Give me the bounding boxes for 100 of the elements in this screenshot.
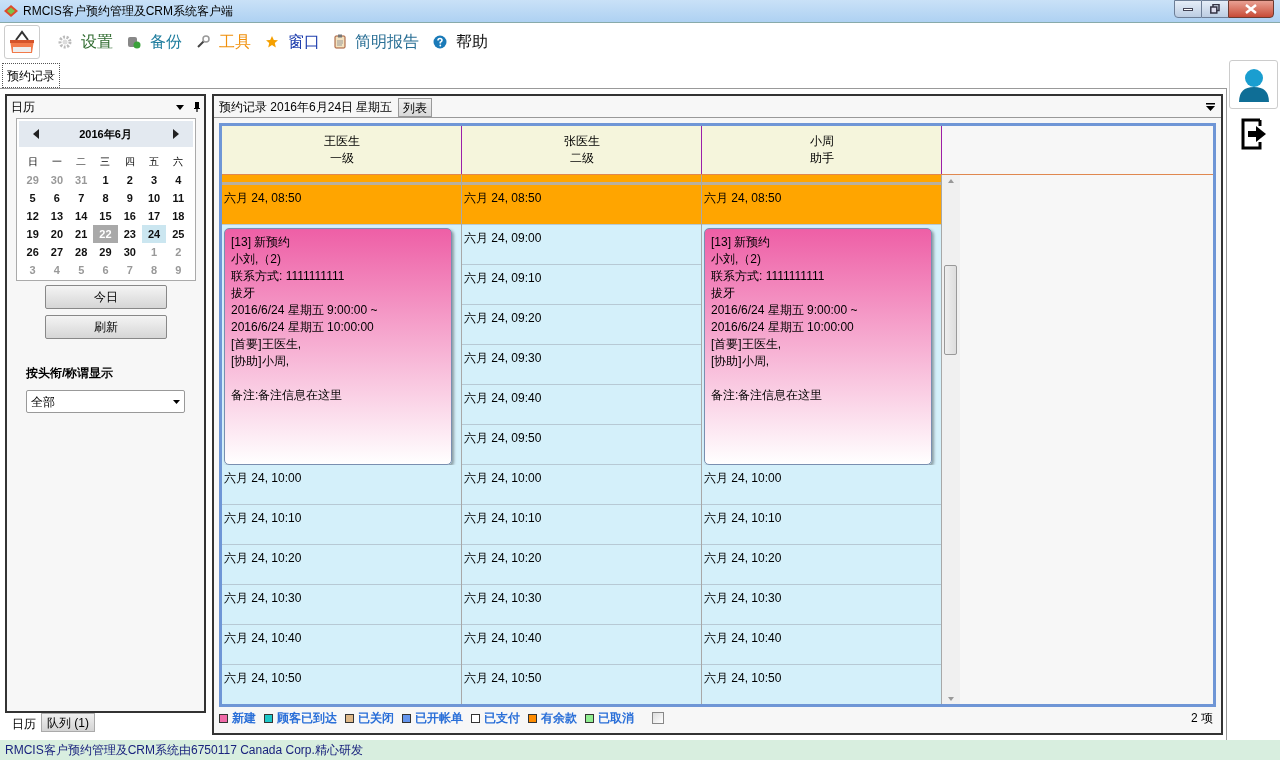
vertical-scrollbar[interactable] — [942, 175, 960, 704]
calendar-day[interactable]: 19 — [20, 225, 45, 243]
calendar-day[interactable]: 18 — [166, 207, 191, 225]
appointment-line: [首要]王医生, — [711, 336, 782, 353]
clipboard-icon — [334, 34, 346, 49]
window-title: RMCIS客户预约管理及CRM系统客户端 — [23, 3, 233, 20]
appointment-line: [13] 新预约 — [711, 234, 772, 251]
calendar-day[interactable]: 3 — [141, 171, 167, 189]
menu-item[interactable]: 备份 — [150, 31, 182, 52]
appointment-line: 拔牙 — [711, 285, 736, 302]
resource-name: 王医生 — [323, 133, 360, 150]
calendar-day[interactable]: 12 — [20, 207, 45, 225]
close-button[interactable] — [1228, 0, 1274, 18]
weekday-label: 三 — [99, 155, 112, 169]
dropdown-icon[interactable] — [176, 104, 184, 110]
resource-name: 张医生 — [563, 133, 600, 150]
restore-button[interactable] — [1202, 0, 1228, 18]
legend-label: 新建 — [232, 710, 256, 727]
appointment-notes: 备注:备注信息在这里 — [711, 387, 824, 404]
calendar-day[interactable]: 10 — [141, 189, 167, 207]
list-view-button[interactable]: 列表 — [398, 98, 433, 117]
appointment-line: 小刘,（2) — [711, 251, 762, 268]
minimize-button[interactable] — [1174, 0, 1202, 18]
calendar-day[interactable]: 20 — [44, 225, 70, 243]
appointment-card[interactable]: [13] 新预约 小刘,（2) 联系方式: 1111111111 拔牙 2016/6/24 星期五 9:00:00 ~ 2016/6/24 星期五 10:00:00 [首要]王医生, [协助]小周, 备注:备注信息在这里 — [224, 228, 452, 465]
calendar-day[interactable]: 29 — [93, 243, 118, 261]
menu-item[interactable]: 窗口 — [288, 31, 320, 52]
status-text: RMCIS客户预约管理及CRM系统由6750117 Canada Corp.精心研发 — [5, 742, 363, 759]
gear-icon — [58, 34, 72, 49]
time-slot[interactable]: 六月 24, 08:50 — [702, 185, 941, 225]
calendar-day[interactable]: 26 — [20, 243, 45, 261]
menu-item[interactable]: 设置 — [81, 31, 113, 52]
restore-icon — [1210, 4, 1220, 14]
calendar-month: 2016年6月 — [79, 126, 132, 142]
document-tab[interactable]: 预约记录 — [2, 63, 60, 88]
calendar-day[interactable]: 5 — [20, 189, 45, 207]
menu-item[interactable]: 帮助 — [456, 31, 488, 52]
calendar-day[interactable]: 6 — [44, 189, 70, 207]
calendar-day[interactable]: 28 — [69, 243, 94, 261]
appointment-line: 联系方式: 1111111111 — [711, 268, 826, 285]
menu-item[interactable]: 简明报告 — [355, 31, 419, 52]
legend-label: 顾客已到达 — [277, 710, 337, 727]
calendar-day[interactable]: 4 — [166, 171, 191, 189]
appointment-line: 2016/6/24 星期五 10:00:00 — [711, 319, 855, 336]
legend-label: 已取消 — [598, 710, 634, 727]
weekday-label: 四 — [123, 155, 136, 169]
user-button[interactable] — [1229, 60, 1278, 109]
wrench-icon — [196, 34, 210, 49]
filter-select[interactable]: 全部 — [26, 390, 185, 413]
calendar-day[interactable]: 9 — [117, 189, 142, 207]
refresh-button[interactable]: 刷新 — [44, 315, 167, 339]
time-slot[interactable]: 六月 24, 08:50 — [462, 185, 701, 225]
previous-month-icon[interactable] — [32, 129, 39, 139]
logout-icon[interactable] — [1239, 117, 1268, 151]
legend-label: 已关闭 — [358, 710, 394, 727]
legend-label: 已支付 — [484, 710, 520, 727]
panel-title: 日历 — [11, 99, 35, 116]
appointment-line: [13] 新预约 — [231, 234, 292, 251]
calendar-day[interactable]: 21 — [69, 225, 94, 243]
database-icon — [127, 34, 141, 49]
calendar-day[interactable]: 14 — [69, 207, 94, 225]
pin-icon[interactable] — [194, 102, 200, 112]
calendar-day[interactable]: 17 — [141, 207, 167, 225]
calendar-day[interactable]: 16 — [117, 207, 142, 225]
app-menu-button[interactable] — [4, 24, 40, 59]
close-icon — [1245, 4, 1257, 14]
calendar-day[interactable]: 24 — [141, 225, 167, 243]
appointment-line: 2016/6/24 星期五 9:00:00 ~ — [231, 302, 379, 319]
panel-tab[interactable]: 队列 (1) — [41, 713, 95, 732]
appointment-line: 2016/6/24 星期五 9:00:00 ~ — [711, 302, 859, 319]
calendar-day[interactable]: 2 — [117, 171, 142, 189]
next-month-icon[interactable] — [172, 129, 179, 139]
options-icon[interactable] — [1206, 103, 1215, 111]
calendar-day[interactable]: 7 — [69, 189, 94, 207]
calendar-day[interactable]: 15 — [93, 207, 118, 225]
calendar-day[interactable]: 8 — [93, 189, 118, 207]
legend-checkbox[interactable] — [652, 712, 664, 724]
item-count: 2 项 — [1191, 710, 1213, 727]
calendar-day[interactable]: 1 — [93, 171, 118, 189]
app-icon — [3, 4, 19, 18]
scrollbar-thumb[interactable] — [944, 265, 957, 355]
calendar-day[interactable]: 27 — [44, 243, 70, 261]
calendar-day[interactable]: 11 — [166, 189, 191, 207]
time-slot[interactable]: 六月 24, 08:50 — [222, 185, 461, 225]
weekday-label: 日 — [26, 155, 39, 169]
appointment-card[interactable]: [13] 新预约 小刘,（2) 联系方式: 1111111111 拔牙 2016/6/24 星期五 9:00:00 ~ 2016/6/24 星期五 10:00:00 [首要]王医生, [协助]小周, 备注:备注信息在这里 — [704, 228, 932, 465]
calendar-day[interactable]: 25 — [166, 225, 191, 243]
resource-rank: 一级 — [329, 150, 354, 167]
appointment-line: 2016/6/24 星期五 10:00:00 — [231, 319, 375, 336]
calendar-day[interactable]: 23 — [117, 225, 142, 243]
appointment-line: 小刘,（2) — [231, 251, 282, 268]
appointment-line: [协助]小周, — [231, 353, 290, 370]
resource-rank: 助手 — [809, 150, 834, 167]
resource-rank: 二级 — [569, 150, 594, 167]
weekday-label: 五 — [148, 155, 161, 169]
star-icon — [265, 34, 279, 49]
calendar-day[interactable]: 30 — [117, 243, 142, 261]
calendar-day[interactable]: 13 — [44, 207, 70, 225]
today-button[interactable]: 今日 — [44, 285, 167, 309]
appointment-line: [协助]小周, — [711, 353, 770, 370]
